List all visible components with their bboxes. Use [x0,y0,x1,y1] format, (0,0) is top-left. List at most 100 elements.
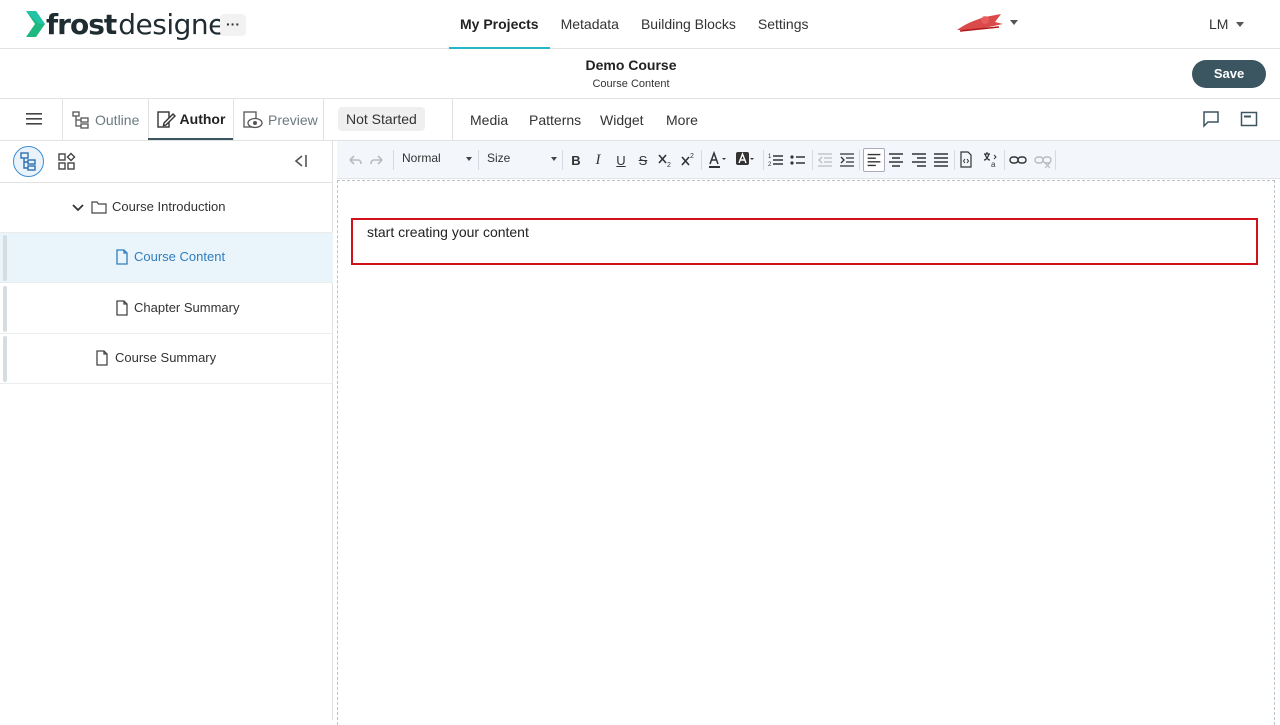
align-left-icon[interactable] [863,148,885,172]
subscript-icon[interactable]: 2 [657,151,673,169]
indent-icon[interactable] [839,151,855,169]
sidebar-toolbar [0,141,333,183]
top-navbar: frost designer ··· My Projects Metadata … [0,0,1280,49]
underline-button[interactable]: U [614,151,628,169]
nav-my-projects[interactable]: My Projects [449,0,550,49]
toolbar-divider [701,150,702,170]
course-subtitle: Course Content [592,78,670,90]
content-text-block[interactable]: start creating your content [351,218,1258,265]
italic-button[interactable]: I [591,151,605,169]
tree-item-label: Course Introduction [112,199,226,214]
toolbar-divider [1004,150,1005,170]
tree-item-label: Course Summary [115,350,217,365]
format-select[interactable]: Normal [402,151,474,169]
format-caret-icon [466,157,472,161]
tab-outline[interactable]: Outline [71,99,139,140]
nav-my-projects-label: My Projects [460,16,539,32]
nav-building-blocks[interactable]: Building Blocks [630,0,747,49]
superscript-icon[interactable]: 2 [680,151,696,169]
outline-sidebar: Course Introduction Course Content Chapt… [0,141,333,720]
undo-icon[interactable] [347,151,363,169]
logo-text-bold: frost [46,7,117,41]
svg-text:2: 2 [768,162,772,168]
tree-view-icon [20,152,36,171]
tree-item-course-introduction[interactable]: Course Introduction [0,183,333,233]
tree-indent-bar [3,235,7,281]
outdent-icon[interactable] [817,151,833,169]
svg-text:1: 1 [768,154,772,160]
align-right-icon[interactable] [911,151,927,169]
nav-settings[interactable]: Settings [747,0,820,49]
chevron-down-icon[interactable] [72,203,84,213]
svg-text:2: 2 [690,153,694,160]
redo-icon[interactable] [369,151,385,169]
language-icon[interactable]: a [982,151,1000,169]
folder-icon [91,201,107,214]
tab-author-label: Author [179,110,226,127]
align-center-icon[interactable] [888,151,904,169]
bulleted-list-icon[interactable] [790,151,806,169]
toolbar-divider [763,150,764,170]
frost-designer-logo[interactable]: frost designer [24,6,236,42]
user-menu[interactable]: LM [1209,16,1228,32]
divider [452,99,453,140]
background-color-icon[interactable] [735,151,757,169]
tree-item-chapter-summary[interactable]: Chapter Summary [0,284,333,334]
tree-item-course-summary[interactable]: Course Summary [0,334,333,384]
tree-item-course-content[interactable]: Course Content [0,233,333,283]
tab-preview-label: Preview [268,111,318,128]
comment-icon[interactable] [1202,110,1220,128]
numbered-list-icon[interactable]: 12 [768,151,784,169]
collapse-sidebar-icon[interactable] [293,154,309,168]
link-icon[interactable] [1009,151,1027,169]
svg-text:2: 2 [667,162,671,169]
divider [233,99,234,140]
toolbar-divider [1055,150,1056,170]
author-icon [156,110,176,128]
menu-widget[interactable]: Widget [600,112,644,128]
tree-indent-bar [3,336,7,382]
main-nav: My Projects Metadata Building Blocks Set… [449,0,820,49]
organization-logo-icon[interactable] [955,12,1005,34]
menu-patterns[interactable]: Patterns [529,112,581,128]
justify-icon[interactable] [933,151,949,169]
org-dropdown-caret-icon[interactable] [1010,20,1018,25]
logo-text-light: designer [118,7,236,41]
bold-button[interactable]: B [569,151,583,169]
tree-item-label: Chapter Summary [134,300,240,315]
tree-view-button[interactable] [13,146,44,177]
toolbar-divider [812,150,813,170]
unlink-icon[interactable] [1034,151,1052,169]
page-icon [116,300,128,316]
page-icon [116,249,128,265]
save-button[interactable]: Save [1192,60,1266,88]
status-badge[interactable]: Not Started [338,107,425,131]
preview-icon [243,110,263,128]
size-select[interactable]: Size [487,151,557,169]
mode-toolbar: Outline Author Preview Not Started Media… [0,99,1280,141]
tab-author[interactable]: Author [148,99,233,140]
menu-more[interactable]: More [666,112,698,128]
hamburger-menu-icon[interactable] [26,113,42,125]
text-color-icon[interactable] [707,151,729,169]
user-dropdown-caret-icon[interactable] [1236,22,1244,27]
panel-icon[interactable] [1240,110,1258,128]
content-text[interactable]: start creating your content [367,224,529,240]
toolbar-divider [954,150,955,170]
strikethrough-button[interactable]: S [636,151,650,169]
blocks-view-icon[interactable] [57,152,77,172]
size-caret-icon [551,157,557,161]
app-more-button[interactable]: ··· [220,14,246,36]
divider [62,99,63,140]
toolbar-divider [393,150,394,170]
source-code-icon[interactable] [959,151,973,169]
menu-media[interactable]: Media [470,112,508,128]
course-title: Demo Course [585,57,677,73]
nav-metadata[interactable]: Metadata [550,0,630,49]
tab-outline-label: Outline [95,111,140,128]
toolbar-divider [859,150,860,170]
tab-preview[interactable]: Preview [242,99,318,140]
logo-chevron-icon [26,11,45,37]
page-icon [96,350,108,366]
tree-indent-bar [3,286,7,332]
